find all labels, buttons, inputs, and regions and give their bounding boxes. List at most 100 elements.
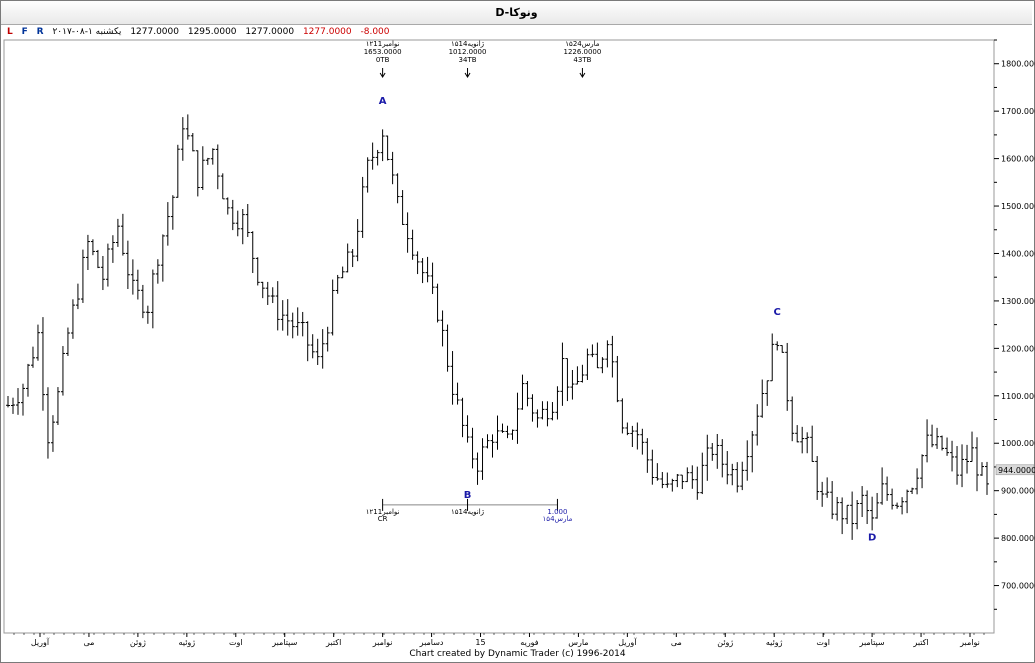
ohlc-bar	[550, 402, 555, 421]
ohlc-bar	[435, 283, 440, 323]
ohlc-bar	[580, 364, 585, 383]
ohlc-bar	[200, 146, 205, 190]
ohlc-bar	[210, 148, 215, 165]
ohlc-bar	[905, 489, 910, 514]
ohlc-bar	[225, 197, 230, 215]
ohlc-bar	[130, 259, 135, 295]
ohlc-bar	[330, 279, 335, 336]
ohlc-bar	[510, 429, 515, 440]
ohlc-bar	[565, 358, 570, 402]
ohlc-bar	[350, 249, 355, 268]
ohlc-bar	[125, 240, 130, 289]
ohlc-bar	[65, 327, 70, 356]
ohlc-bar	[370, 142, 375, 170]
ohlc-bar	[80, 249, 85, 303]
y-tick-label: 1500.0000	[1001, 202, 1035, 211]
ruler-mid-label: ۱۵ژانویه14	[451, 508, 485, 516]
ohlc-bar	[885, 476, 890, 501]
chart-footer: Chart created by Dynamic Trader (c) 1996…	[409, 649, 626, 659]
ohlc-bar	[705, 434, 710, 481]
pivot-annotation: ۱۵مارس241226.000043TB	[563, 40, 601, 78]
ohlc-bar	[360, 176, 365, 238]
ohlc-bar	[395, 173, 400, 204]
ohlc-bar	[305, 321, 310, 362]
ohlc-bar	[6, 395, 10, 408]
x-tick-label: فوریه	[520, 638, 539, 647]
ohlc-bar	[970, 431, 975, 463]
ohlc-bar	[220, 173, 225, 200]
ohlc-bar	[680, 474, 685, 490]
ohlc-bar	[915, 468, 920, 495]
ohlc-bar	[675, 473, 680, 488]
ohlc-bar	[610, 335, 615, 378]
ohlc-bar	[50, 415, 55, 452]
ohlc-bar	[135, 269, 140, 300]
ohlc-bar	[295, 307, 300, 336]
ohlc-bar	[275, 281, 280, 331]
annotation-line: 1226.0000	[563, 48, 601, 56]
annotation-line: 1012.0000	[449, 48, 487, 56]
y-tick-label: 900.0000	[1001, 487, 1035, 496]
x-tick-label: می	[83, 638, 94, 647]
x-tick-label: اوت	[816, 638, 830, 647]
ohlc-bar	[250, 231, 255, 274]
ohlc-bar	[490, 434, 495, 458]
ohlc-bar	[365, 157, 370, 193]
x-tick-label: 15	[475, 638, 485, 647]
ohlc-bar	[470, 427, 475, 469]
pivot-annotation: ۱۵ژانویه141012.000034TB	[449, 40, 487, 78]
ohlc-bar	[560, 342, 565, 406]
ohlc-bar	[800, 426, 805, 454]
x-tick-label: ژوئیه	[766, 638, 783, 647]
ohlc-bar	[765, 380, 770, 406]
ohlc-bar	[160, 234, 165, 282]
ohlc-bar	[185, 114, 190, 140]
ohlc-bar	[190, 133, 195, 152]
ohlc-bar	[840, 497, 845, 535]
ohlc-bar	[55, 387, 60, 425]
x-tick-label: دسامبر	[419, 638, 444, 647]
plot-area	[3, 39, 995, 634]
y-tick-label: 1800.0000	[1001, 60, 1035, 69]
annotation-line: ۱۵مارس24	[565, 40, 600, 48]
ohlc-bar	[865, 490, 870, 525]
ohlc-bar	[545, 401, 550, 427]
ohlc-bar	[180, 117, 185, 161]
ohlc-bar	[745, 440, 750, 481]
x-tick-label: نوامبر	[372, 638, 393, 647]
ohlc-bar	[940, 435, 945, 451]
ohlc-bar	[635, 422, 640, 450]
ohlc-bar	[215, 144, 220, 190]
x-tick-label: اکتبر	[325, 638, 341, 647]
annotation-line: ۱۲نوامبر11	[366, 40, 400, 48]
ohlc-bar	[850, 491, 855, 540]
ohlc-bar	[875, 492, 880, 519]
ohlc-bar	[925, 419, 930, 463]
x-axis: آوریل می ژوئن ژوئیه اوت سپتامبر اکتبر نوامبر دسا…	[13, 633, 985, 647]
ohlc-bar	[980, 462, 985, 476]
ohlc-bar	[35, 324, 40, 361]
ohlc-bar	[100, 256, 105, 291]
price-chart[interactable]: 700.0000 800.0000 900.0000 1000.0000 1100.00…	[0, 0, 1035, 663]
ruler-start-sub: CR	[378, 515, 388, 523]
ohlc-bar	[400, 190, 405, 225]
ohlc-bar	[195, 150, 200, 197]
ohlc-bar	[85, 234, 90, 271]
ohlc-bar	[690, 465, 695, 489]
ohlc-bar	[600, 357, 605, 374]
ohlc-bar	[115, 218, 120, 247]
ohlc-bar	[520, 374, 525, 410]
ohlc-bar	[685, 467, 690, 483]
y-tick-label: 1300.0000	[1001, 297, 1035, 306]
ohlc-bar	[170, 195, 175, 230]
ohlc-bar	[740, 461, 745, 491]
ohlc-bar	[760, 379, 765, 418]
ohlc-bar	[725, 451, 730, 485]
ohlc-bar	[460, 397, 465, 438]
ohlc-bar	[590, 344, 595, 358]
ohlc-bar	[815, 456, 820, 500]
x-tick-label: سپتامبر	[271, 638, 297, 647]
ohlc-bar	[515, 392, 520, 444]
x-tick-label: ژوئیه	[179, 638, 196, 647]
ohlc-bar	[880, 467, 885, 505]
